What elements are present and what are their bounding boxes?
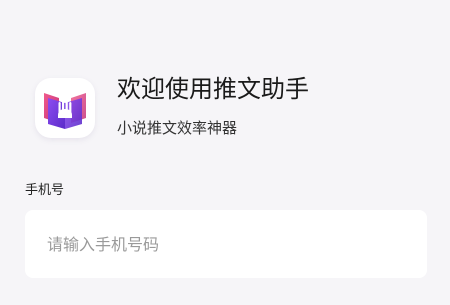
phone-label: 手机号 [25,183,65,198]
phone-input[interactable] [47,210,417,278]
app-logo [35,78,95,138]
app-slogan: 小说推文效率神器 [117,119,238,137]
phone-input-box[interactable] [25,210,427,278]
open-book-hand-icon [44,93,86,129]
welcome-title: 欢迎使用推文助手 [117,75,309,103]
